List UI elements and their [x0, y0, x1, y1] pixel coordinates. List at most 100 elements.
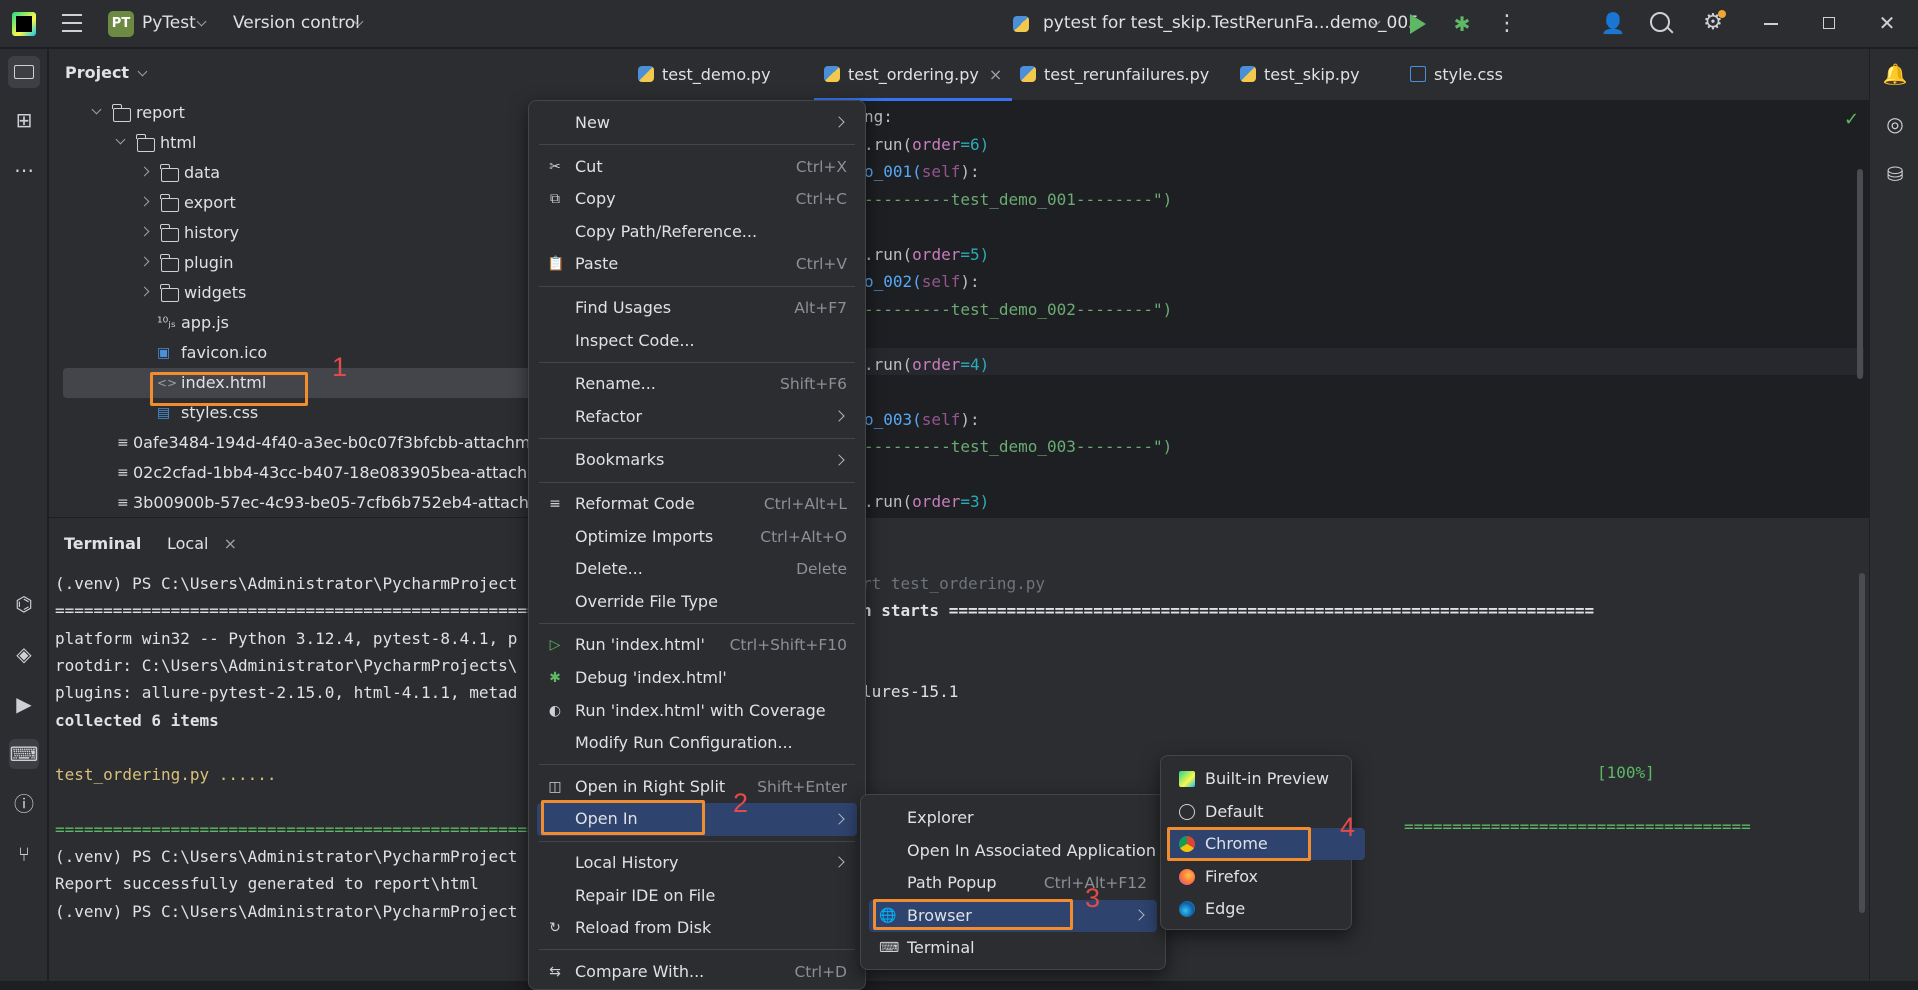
- code-token: .run(: [864, 492, 913, 511]
- more-tools-icon[interactable]: ⋯: [9, 155, 39, 185]
- minimize-icon[interactable]: [1764, 23, 1778, 25]
- terminal-scrollbar[interactable]: [1859, 573, 1865, 913]
- notifications-icon[interactable]: 🔔: [1880, 59, 1910, 89]
- tree-item[interactable]: report: [49, 98, 534, 128]
- add-user-icon[interactable]: 👤: [1600, 10, 1626, 36]
- layers-icon[interactable]: ◈: [9, 639, 39, 669]
- menu-item-label: Repair IDE on File: [575, 885, 716, 905]
- menu-item-repair-ide-on-file[interactable]: Repair IDE on File: [537, 880, 857, 913]
- tree-item[interactable]: ¹⁰ⱼₛ app.js: [49, 308, 534, 338]
- main-menu-icon[interactable]: [62, 14, 82, 32]
- tree-item[interactable]: export: [49, 188, 534, 218]
- menu-item-label: Modify Run Configuration...: [575, 733, 793, 753]
- menu-item-refactor[interactable]: Refactor: [537, 401, 857, 434]
- menu-item-delete[interactable]: Delete... Delete: [537, 553, 857, 586]
- chevron-right-icon[interactable]: [139, 256, 150, 267]
- vcs-selector[interactable]: Version control: [233, 13, 364, 33]
- pycharm-logo-icon[interactable]: [12, 12, 36, 36]
- database-icon[interactable]: ⛁: [1880, 159, 1910, 189]
- tab-close-icon[interactable]: ×: [989, 65, 1002, 84]
- chevron-right-icon[interactable]: [139, 286, 150, 297]
- pycharm-icon: [1179, 771, 1195, 787]
- terminal-tab-close-icon[interactable]: ×: [224, 534, 237, 553]
- menu-item-compare-with[interactable]: ⇆ Compare With... Ctrl+D: [537, 956, 857, 989]
- menu-item-copy-path-reference[interactable]: Copy Path/Reference...: [537, 216, 857, 249]
- menu-item-path-popup[interactable]: Path Popup Ctrl+Alt+F12: [869, 867, 1157, 900]
- tree-item[interactable]: data: [49, 158, 534, 188]
- restore-icon[interactable]: [1823, 17, 1835, 29]
- ai-assistant-icon[interactable]: ◎: [1880, 109, 1910, 139]
- editor-tab[interactable]: style.css: [1410, 49, 1503, 101]
- more-icon[interactable]: ⋮: [1496, 12, 1518, 36]
- menu-item-run-index-html[interactable]: ▷ Run 'index.html' Ctrl+Shift+F10: [537, 629, 857, 662]
- structure-icon[interactable]: ⊞: [9, 105, 39, 135]
- terminal-line: (.venv) PS C:\Users\Administrator\Pychar…: [55, 574, 518, 593]
- menu-item-explorer[interactable]: Explorer: [869, 802, 1157, 835]
- tree-item[interactable]: plugin: [49, 248, 534, 278]
- menu-item-label: Open In Associated Application: [907, 840, 1156, 860]
- editor-scrollbar[interactable]: [1857, 169, 1863, 379]
- menu-item-cut[interactable]: ✂ Cut Ctrl+X: [537, 151, 857, 184]
- menu-item-debug-index-html[interactable]: ✱ Debug 'index.html': [537, 662, 857, 695]
- terminal-tab-label: Local: [167, 534, 209, 553]
- copy-icon: ⧉: [550, 191, 560, 208]
- python-console-icon[interactable]: ⌬: [9, 589, 39, 619]
- git-icon[interactable]: ⑂: [9, 839, 39, 869]
- chevron-right-icon[interactable]: [139, 166, 150, 177]
- code-token: o_003(: [864, 409, 922, 429]
- menu-item-inspect-code[interactable]: Inspect Code...: [537, 325, 857, 358]
- tree-item[interactable]: ≡ 3b00900b-57ec-4c93-be05-7cfb6b752eb4-at…: [49, 488, 534, 517]
- terminal-icon[interactable]: ⌨: [9, 739, 39, 769]
- menu-item-open-in-right-split[interactable]: ◫ Open in Right Split Shift+Enter: [537, 771, 857, 804]
- terminal-tab-local[interactable]: Local ×: [167, 534, 237, 553]
- menu-item-open-in-associated-application[interactable]: Open In Associated Application: [869, 835, 1157, 868]
- menu-item-reload-from-disk[interactable]: ↻ Reload from Disk: [537, 912, 857, 945]
- menu-item-reformat-code[interactable]: ≡ Reformat Code Ctrl+Alt+L: [537, 488, 857, 521]
- folder-icon: [112, 104, 131, 122]
- code-view[interactable]: ng: .run(order=6) o_001(self): ---------tes…: [864, 103, 1864, 517]
- menu-item-bookmarks[interactable]: Bookmarks: [537, 444, 857, 477]
- tree-item[interactable]: ▣ favicon.ico: [49, 338, 534, 368]
- browser-option-default[interactable]: Default: [1169, 796, 1343, 828]
- tree-item[interactable]: widgets: [49, 278, 534, 308]
- tree-item[interactable]: history: [49, 218, 534, 248]
- chevron-down-icon[interactable]: [91, 104, 102, 115]
- tree-item[interactable]: ≡ 02c2cfad-1bb4-43cc-b407-18e083905bea-at…: [49, 458, 534, 488]
- browser-option-edge[interactable]: Edge: [1169, 893, 1343, 925]
- menu-item-paste[interactable]: 📋 Paste Ctrl+V: [537, 248, 857, 281]
- debug-icon[interactable]: ✱: [1451, 12, 1473, 36]
- menu-item-new[interactable]: New: [537, 107, 857, 140]
- menu-item-label: Default: [1205, 801, 1264, 821]
- menu-item-find-usages[interactable]: Find Usages Alt+F7: [537, 292, 857, 325]
- menu-item-modify-run-configuration[interactable]: Modify Run Configuration...: [537, 727, 857, 760]
- editor-tab[interactable]: test_ordering.py ×: [814, 49, 1013, 101]
- run-config-selector[interactable]: pytest for test_skip.TestRerunFa...demo_…: [1013, 13, 1419, 37]
- menu-item-optimize-imports[interactable]: Optimize Imports Ctrl+Alt+O: [537, 521, 857, 554]
- browser-option-firefox[interactable]: Firefox: [1169, 861, 1343, 893]
- menu-item-copy[interactable]: ⧉ Copy Ctrl+C: [537, 183, 857, 216]
- project-folder-icon[interactable]: [8, 56, 40, 88]
- project-panel-header[interactable]: Project: [65, 63, 148, 82]
- code-token: order: [912, 134, 961, 154]
- menu-item-shortcut: Shift+F6: [780, 375, 847, 394]
- menu-item-local-history[interactable]: Local History: [537, 847, 857, 880]
- run-icon[interactable]: [1410, 14, 1426, 34]
- menu-item-run-index-html-with-coverage[interactable]: ◐ Run 'index.html' with Coverage: [537, 695, 857, 728]
- browser-option-built-in-preview[interactable]: Built-in Preview: [1169, 763, 1343, 795]
- editor-tab[interactable]: test_rerunfailures.py: [1020, 49, 1209, 101]
- editor-tab[interactable]: test_demo.py: [638, 49, 771, 101]
- problems-icon[interactable]: ⓘ: [9, 789, 39, 819]
- menu-item-label: Refactor: [575, 406, 643, 426]
- tree-item[interactable]: html: [49, 128, 534, 158]
- menu-item-terminal[interactable]: ⌨ Terminal: [869, 932, 1157, 965]
- tree-item[interactable]: ≡ 0afe3484-194d-4f40-a3ec-b0c07f3bfcbb-at…: [49, 428, 534, 458]
- menu-separator: [539, 285, 855, 287]
- menu-item-override-file-type[interactable]: Override File Type: [537, 586, 857, 619]
- menu-item-rename[interactable]: Rename... Shift+F6: [537, 368, 857, 401]
- chevron-right-icon[interactable]: [139, 196, 150, 207]
- chevron-right-icon[interactable]: [139, 226, 150, 237]
- close-window-icon[interactable]: ✕: [1876, 10, 1898, 36]
- chevron-down-icon[interactable]: [115, 134, 126, 145]
- editor-tab[interactable]: test_skip.py: [1240, 49, 1360, 101]
- services-icon[interactable]: ▶: [9, 689, 39, 719]
